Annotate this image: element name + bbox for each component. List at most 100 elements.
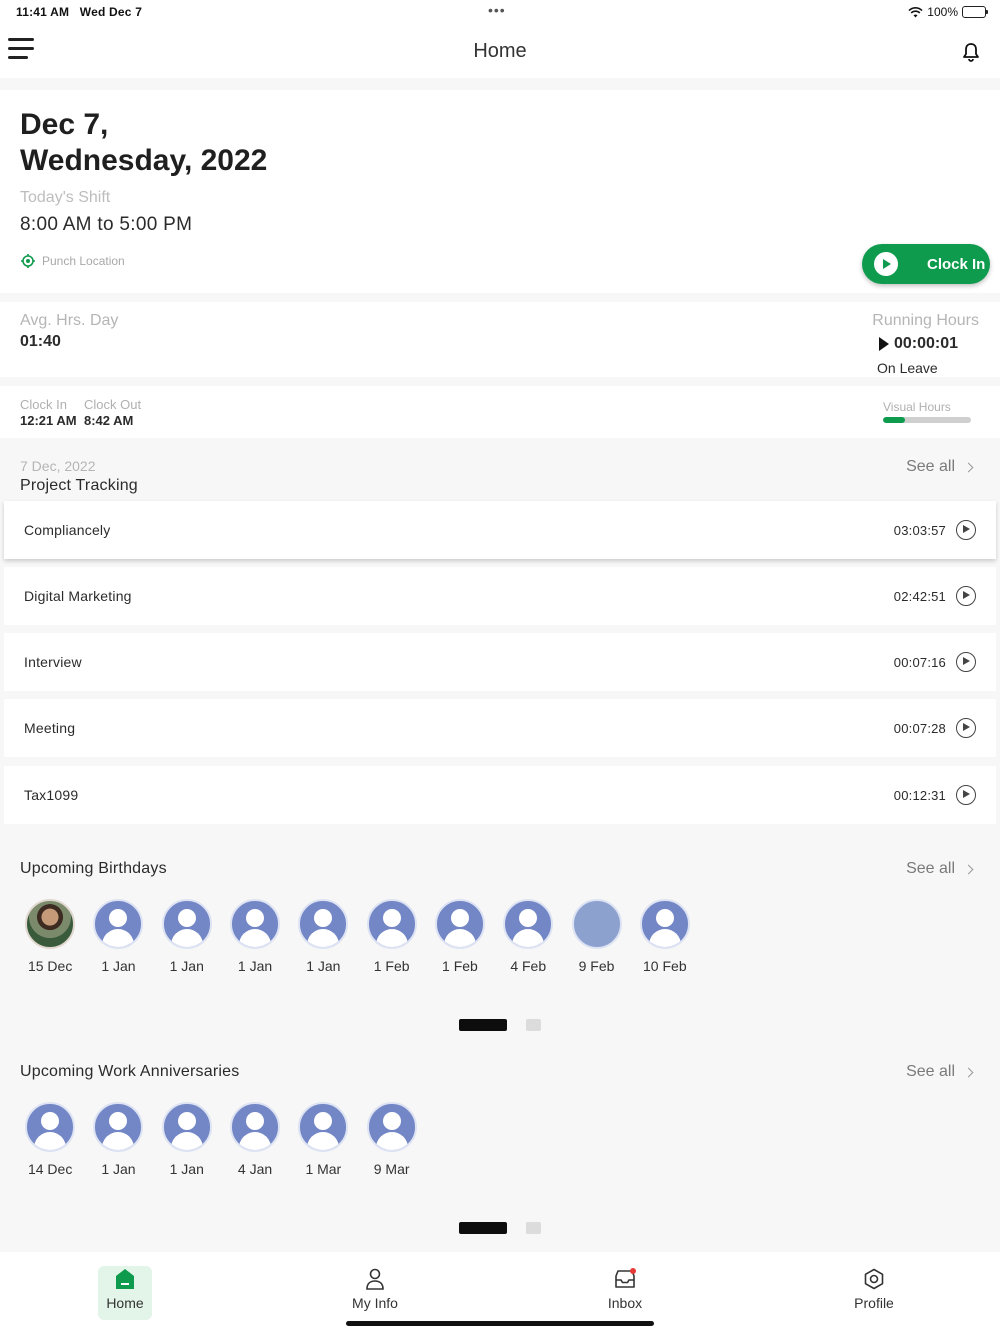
person-item[interactable]: 1 Feb bbox=[426, 899, 494, 974]
project-row[interactable]: Interview 00:07:16 bbox=[4, 633, 996, 691]
avatar bbox=[366, 899, 417, 949]
project-time: 00:12:31 bbox=[893, 787, 946, 803]
status-right: 100% bbox=[908, 5, 988, 19]
anniversaries-pager[interactable] bbox=[459, 1222, 541, 1234]
anniversaries-title: Upcoming Work Anniversaries bbox=[20, 1063, 240, 1080]
today-card: Dec 7, Wednesday, 2022 Today's Shift 8:0… bbox=[0, 90, 1000, 293]
person-date: 9 Feb bbox=[578, 958, 615, 974]
person-item[interactable]: 1 Mar bbox=[289, 1102, 357, 1177]
person-item[interactable]: 1 Jan bbox=[221, 899, 289, 974]
clock-in-label: Clock In bbox=[20, 397, 67, 412]
status-bar: 11:41 AM Wed Dec 7 ••• 100% bbox=[0, 0, 1000, 26]
play-circle-icon[interactable] bbox=[956, 586, 976, 606]
person-item[interactable]: 1 Jan bbox=[84, 1102, 152, 1177]
birthdays-pager[interactable] bbox=[459, 1019, 541, 1031]
chevron-right-icon bbox=[963, 1067, 974, 1077]
anniversaries-see-all-link[interactable]: See all bbox=[906, 1063, 974, 1081]
avatar bbox=[434, 899, 485, 949]
clock-out-label: Clock Out bbox=[84, 397, 142, 412]
date-heading: Dec 7, bbox=[20, 108, 109, 141]
project-name: Tax1099 bbox=[24, 787, 79, 803]
project-row[interactable]: Digital Marketing 02:42:51 bbox=[4, 567, 996, 625]
home-icon bbox=[116, 1269, 134, 1289]
battery-percent: 100% bbox=[927, 5, 958, 19]
person-date: 9 Mar bbox=[373, 1161, 410, 1177]
person-date: 10 Feb bbox=[643, 958, 687, 974]
project-time: 03:03:57 bbox=[893, 522, 946, 538]
person-date: 1 Jan bbox=[237, 958, 273, 974]
avatar bbox=[93, 1102, 144, 1152]
person-item[interactable]: 1 Jan bbox=[153, 899, 221, 974]
pager-dot[interactable] bbox=[526, 1019, 541, 1031]
person-item[interactable]: 1 Jan bbox=[153, 1102, 221, 1177]
project-name: Meeting bbox=[24, 720, 76, 736]
project-time: 02:42:51 bbox=[893, 588, 946, 604]
play-circle-icon[interactable] bbox=[956, 785, 976, 805]
person-item[interactable]: 15 Dec bbox=[16, 899, 84, 974]
avg-hours-label: Avg. Hrs. Day bbox=[20, 312, 119, 329]
play-circle-icon[interactable] bbox=[956, 718, 976, 738]
location-target-icon bbox=[21, 254, 35, 268]
nav-bar: Home bbox=[0, 26, 1000, 78]
person-item[interactable]: 9 Mar bbox=[357, 1102, 425, 1177]
person-item[interactable]: 10 Feb bbox=[631, 899, 699, 974]
tab-home[interactable]: Home bbox=[98, 1266, 152, 1320]
chevron-right-icon bbox=[963, 864, 974, 874]
visual-hours-fill bbox=[883, 417, 905, 423]
tab-my-info-label: My Info bbox=[352, 1295, 398, 1311]
clock-in-value: 12:21 AM bbox=[20, 413, 77, 428]
person-date: 1 Jan bbox=[306, 958, 341, 974]
tab-inbox-label: Inbox bbox=[607, 1295, 643, 1311]
clock-in-button[interactable]: Clock In bbox=[862, 244, 990, 284]
play-circle-icon[interactable] bbox=[956, 652, 976, 672]
project-see-all-link[interactable]: See all bbox=[906, 458, 974, 476]
bell-icon[interactable] bbox=[962, 42, 980, 62]
avatar bbox=[93, 899, 144, 949]
project-time: 00:07:16 bbox=[893, 654, 946, 670]
battery-icon bbox=[962, 6, 988, 18]
play-circle-icon[interactable] bbox=[956, 520, 976, 540]
date-weekday-year: Wednesday, 2022 bbox=[20, 144, 268, 177]
person-item[interactable]: 4 Jan bbox=[221, 1102, 289, 1177]
person-item[interactable]: 4 Feb bbox=[494, 899, 562, 974]
birthdays-see-all-link[interactable]: See all bbox=[906, 860, 974, 878]
person-item[interactable]: 9 Feb bbox=[562, 899, 630, 974]
punch-location-link[interactable]: Punch Location bbox=[20, 253, 125, 269]
birthdays-list: 15 Dec 1 Jan 1 Jan 1 Jan 1 Jan 1 Feb 1 Feb 4 Fe… bbox=[16, 899, 699, 974]
project-tracking-title: Project Tracking bbox=[20, 477, 138, 494]
pager-dot-active[interactable] bbox=[459, 1222, 507, 1234]
avatar bbox=[161, 1102, 212, 1152]
person-date: 1 Jan bbox=[169, 1161, 204, 1177]
tab-my-info[interactable]: My Info bbox=[348, 1266, 402, 1311]
multitasking-dots-icon[interactable]: ••• bbox=[488, 2, 506, 18]
running-hours-value: 00:00:01 bbox=[879, 335, 958, 353]
home-indicator bbox=[346, 1321, 654, 1326]
avatar bbox=[230, 899, 281, 949]
play-icon bbox=[874, 252, 898, 276]
person-date: 4 Feb bbox=[510, 958, 547, 974]
tab-profile[interactable]: Profile bbox=[847, 1266, 901, 1311]
person-item[interactable]: 1 Feb bbox=[357, 899, 425, 974]
project-tracking-date: 7 Dec, 2022 bbox=[20, 458, 96, 474]
project-row[interactable]: Compliancely 03:03:57 bbox=[4, 501, 996, 559]
chevron-right-icon bbox=[963, 462, 974, 472]
person-item[interactable]: 14 Dec bbox=[16, 1102, 84, 1177]
avatar bbox=[161, 899, 212, 949]
person-date: 14 Dec bbox=[27, 1161, 73, 1177]
clock-in-button-label: Clock In bbox=[927, 255, 986, 273]
person-item[interactable]: 1 Jan bbox=[84, 899, 152, 974]
avatar bbox=[298, 899, 349, 949]
pager-dot-active[interactable] bbox=[459, 1019, 507, 1031]
project-row[interactable]: Meeting 00:07:28 bbox=[4, 699, 996, 757]
person-date: 4 Jan bbox=[237, 1161, 273, 1177]
tab-inbox[interactable]: Inbox bbox=[598, 1266, 652, 1311]
person-date: 1 Feb bbox=[442, 958, 478, 974]
avatar bbox=[25, 1102, 76, 1152]
project-row[interactable]: Tax1099 00:12:31 bbox=[4, 766, 996, 824]
avatar bbox=[503, 899, 554, 949]
clock-card: Clock In 12:21 AM Clock Out 8:42 AM Visu… bbox=[0, 386, 1000, 438]
running-play-icon bbox=[879, 337, 889, 351]
person-item[interactable]: 1 Jan bbox=[289, 899, 357, 974]
tab-profile-label: Profile bbox=[854, 1295, 894, 1311]
pager-dot[interactable] bbox=[526, 1222, 541, 1234]
